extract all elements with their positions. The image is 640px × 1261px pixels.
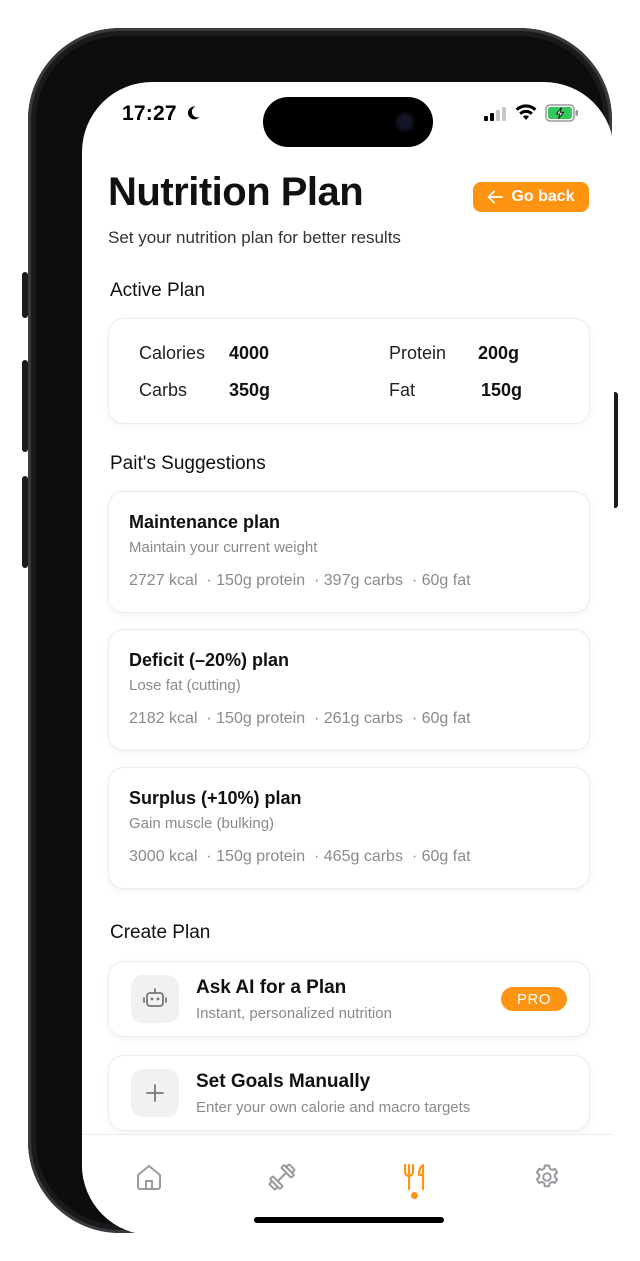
go-back-label: Go back <box>511 188 575 205</box>
suggestion-deficit-card[interactable]: Deficit (–20%) plan Lose fat (cutting) 2… <box>108 629 590 751</box>
home-icon <box>137 1165 161 1190</box>
carbs-label: Carbs <box>139 380 188 400</box>
front-camera <box>395 112 415 132</box>
battery-charging-icon <box>545 104 578 122</box>
screen: 17:27 Nutrition Plan Set your nutrition <box>82 82 614 1235</box>
plus-icon <box>131 1069 179 1117</box>
go-back-button[interactable]: Go back <box>473 182 589 212</box>
tab-settings[interactable] <box>529 1159 565 1195</box>
pro-badge: PRO <box>501 987 567 1011</box>
arrow-left-icon <box>488 190 504 204</box>
dumbbell-icon <box>268 1163 296 1191</box>
suggestion-title: Maintenance plan <box>129 512 281 532</box>
cellular-signal-icon <box>484 107 506 121</box>
ask-ai-title: Ask AI for a Plan <box>196 977 347 998</box>
protein-label: Protein <box>389 343 447 363</box>
suggestion-surplus-card[interactable]: Surplus (+10%) plan Gain muscle (bulking… <box>108 767 590 889</box>
set-goals-manually-option[interactable]: Set Goals Manually Enter your own calori… <box>108 1055 590 1131</box>
protein-value: 200g <box>478 343 520 363</box>
manual-title: Set Goals Manually <box>196 1071 371 1092</box>
create-plan-heading: Create Plan <box>110 922 211 943</box>
suggestion-title: Deficit (–20%) plan <box>129 650 290 670</box>
suggestion-stats: 3000 kcal · 150g protein · 465g carbs · … <box>129 848 471 865</box>
active-plan-heading: Active Plan <box>110 280 206 301</box>
active-plan-card: Calories 4000 Protein 200g Carbs 350g Fa… <box>108 318 590 424</box>
suggestion-desc: Gain muscle (bulking) <box>129 815 275 832</box>
gear-icon <box>535 1164 559 1188</box>
ask-ai-plan-option[interactable]: Ask AI for a Plan Instant, personalized … <box>108 961 590 1037</box>
suggestion-maintenance-card[interactable]: Maintenance plan Maintain your current w… <box>108 491 590 613</box>
active-tab-indicator <box>411 1192 418 1199</box>
status-time: 17:27 <box>122 102 201 126</box>
ask-ai-desc: Instant, personalized nutrition <box>196 1005 392 1022</box>
tab-workouts[interactable] <box>264 1159 300 1195</box>
suggestion-title: Surplus (+10%) plan <box>129 788 302 808</box>
moon-icon <box>187 106 200 120</box>
phone-frame: 17:27 Nutrition Plan Set your nutrition <box>28 28 614 1235</box>
home-indicator <box>254 1217 444 1223</box>
fat-value: 150g <box>481 380 523 400</box>
page-subtitle: Set your nutrition plan for better resul… <box>108 228 401 247</box>
carbs-value: 350g <box>229 380 271 400</box>
calories-label: Calories <box>139 343 206 363</box>
fat-label: Fat <box>389 380 416 400</box>
manual-desc: Enter your own calorie and macro targets <box>196 1099 471 1116</box>
robot-icon <box>131 975 179 1023</box>
wifi-icon <box>515 104 537 120</box>
suggestion-stats: 2727 kcal · 150g protein · 397g carbs · … <box>129 572 471 589</box>
calories-value: 4000 <box>229 343 270 363</box>
page-title: Nutrition Plan <box>108 170 364 214</box>
tab-home[interactable] <box>131 1159 167 1195</box>
suggestion-stats: 2182 kcal · 150g protein · 261g carbs · … <box>129 710 471 727</box>
suggestions-heading: Pait's Suggestions <box>110 453 266 474</box>
suggestion-desc: Maintain your current weight <box>129 539 318 556</box>
suggestion-desc: Lose fat (cutting) <box>129 677 241 694</box>
fork-knife-icon <box>403 1163 425 1191</box>
tab-nutrition[interactable] <box>397 1159 433 1195</box>
